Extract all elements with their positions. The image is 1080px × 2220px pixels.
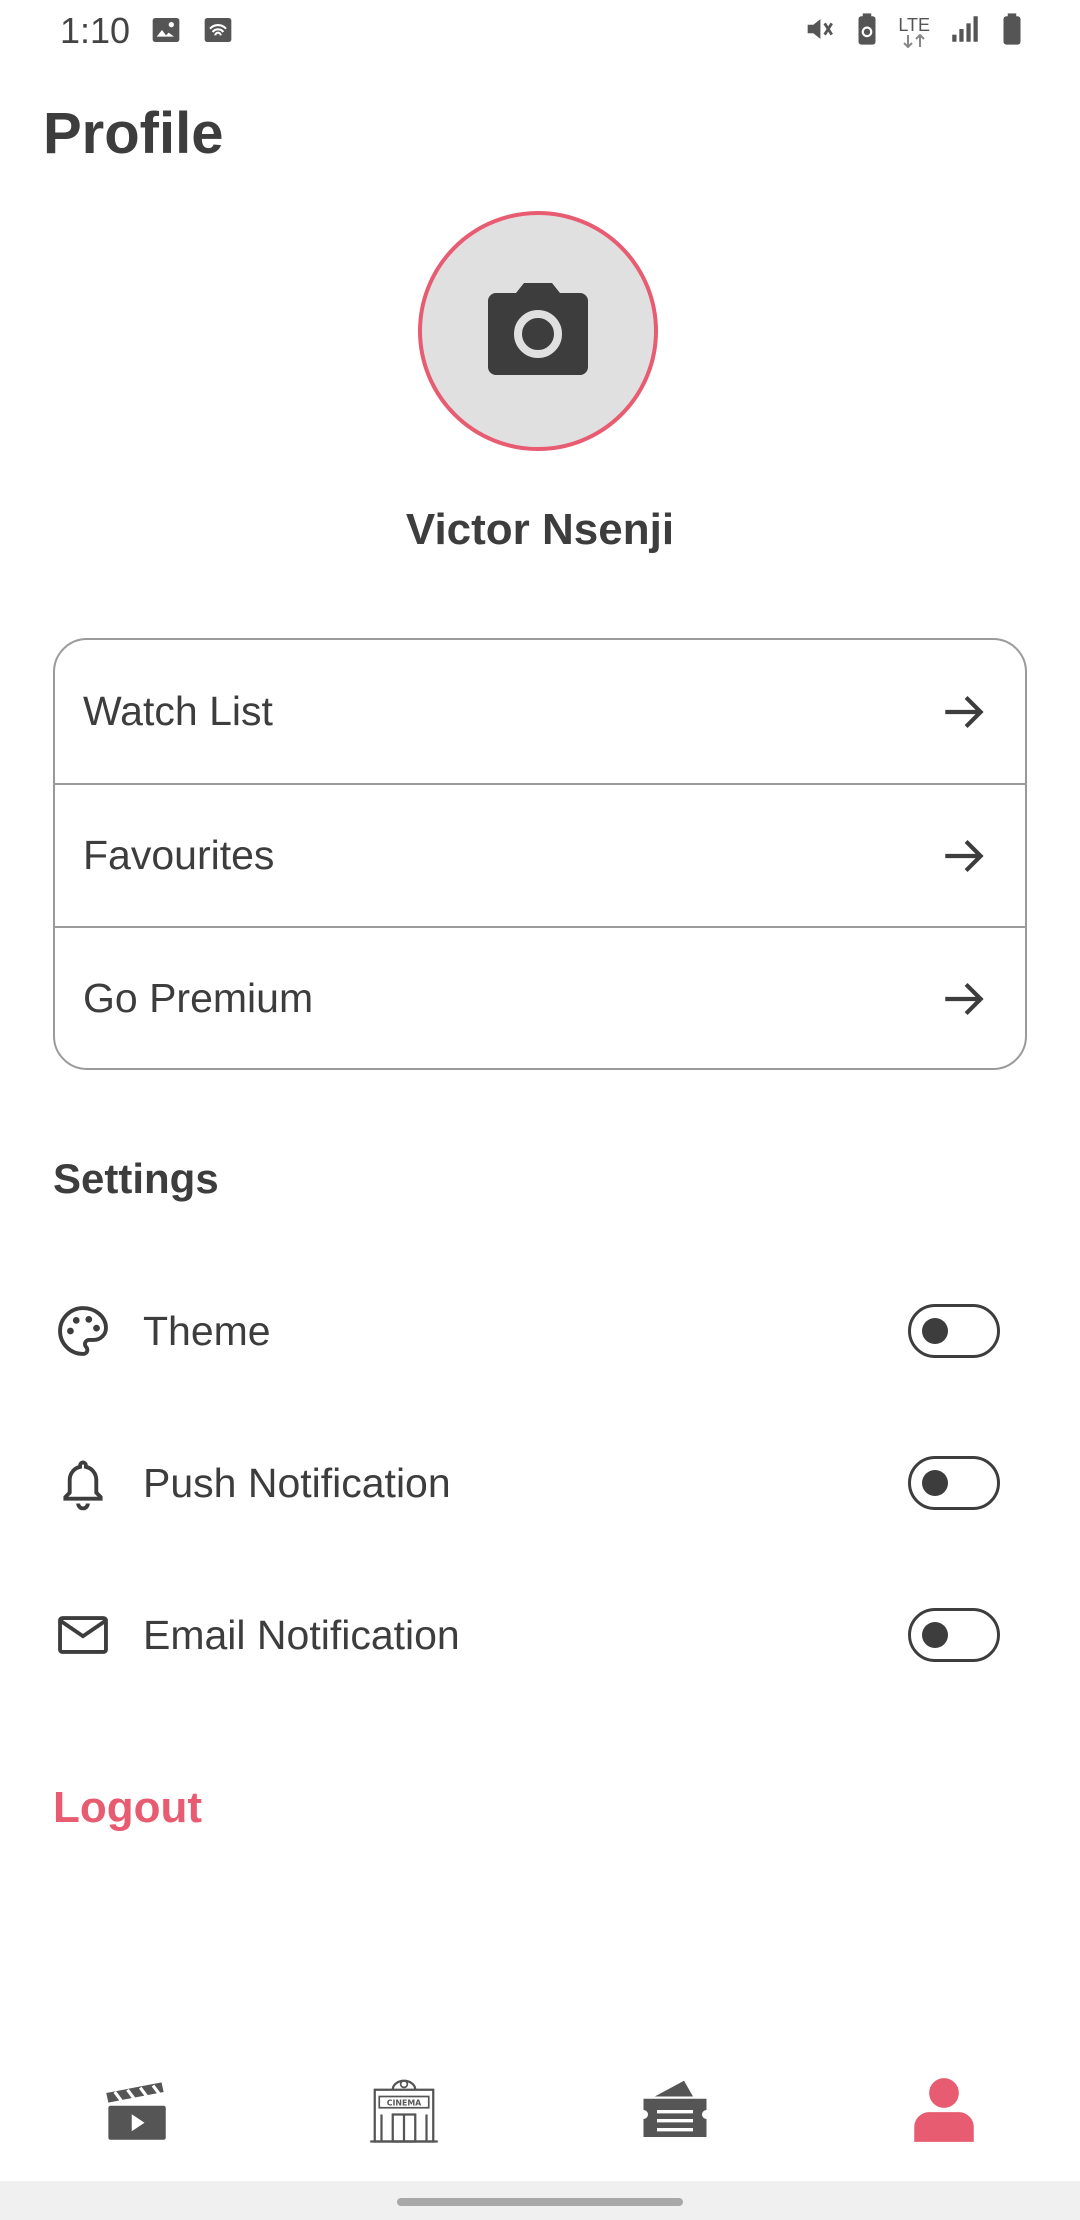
nav-item-tickets[interactable] [635,2070,715,2150]
push-notification-toggle[interactable] [908,1456,1000,1510]
arrow-right-icon [945,839,984,872]
page-title: Profile [43,101,224,166]
bottom-navigation: CINEMA [0,2040,1080,2170]
signal-icon [948,12,982,51]
theme-toggle[interactable] [908,1304,1000,1358]
cinema-icon: CINEMA [370,2079,438,2143]
nav-item-movies[interactable] [96,2070,176,2150]
status-bar: 1:10 LTE [0,0,1080,62]
toggle-knob [922,1318,948,1344]
menu-item-favourites[interactable]: Favourites [55,783,1025,926]
menu-item-watch-list[interactable]: Watch List [55,640,1025,783]
arrow-right-icon [945,695,984,728]
nav-item-profile[interactable] [904,2070,984,2150]
arrow-right-icon [945,982,984,1015]
palette-icon [53,1301,113,1361]
gesture-bar [0,2181,1080,2220]
status-icons-right: LTE [802,12,1024,51]
menu-item-label: Go Premium [83,975,314,1021]
lte-data-icon: LTE [898,16,930,48]
camera-icon [488,282,588,380]
mail-icon [53,1605,113,1665]
setting-label: Email Notification [143,1611,460,1658]
bell-icon [53,1453,113,1513]
profile-screen: 1:10 LTE Profile Victor Nsenji Watch Lis… [0,0,1080,2220]
menu-item-label: Favourites [83,832,275,878]
status-icons-left [150,14,234,51]
nav-item-cinema[interactable]: CINEMA [364,2070,444,2150]
settings-title: Settings [53,1155,219,1202]
toggle-knob [922,1470,948,1496]
email-notification-toggle[interactable] [908,1608,1000,1662]
toggle-knob [922,1622,948,1648]
setting-label: Push Notification [143,1459,451,1506]
battery-saver-icon [854,12,880,51]
lte-label: LTE [898,14,930,35]
person-icon [914,2078,974,2142]
mute-icon [802,12,836,51]
setting-row-email-notification: Email Notification [53,1599,1000,1671]
menu-item-label: Watch List [83,688,273,734]
svg-text:CINEMA: CINEMA [387,2099,422,2108]
setting-label: Theme [143,1307,271,1354]
profile-menu-card: Watch List Favourites Go Premium [53,638,1027,1070]
home-gesture-handle[interactable] [397,2198,683,2206]
tickets-icon [643,2080,707,2137]
status-time: 1:10 [60,10,131,51]
setting-row-push-notification: Push Notification [53,1447,1000,1519]
wifi-icon [202,14,234,51]
logout-button[interactable]: Logout [53,1783,202,1833]
avatar-button[interactable] [418,211,658,451]
menu-item-go-premium[interactable]: Go Premium [55,926,1025,1068]
setting-row-theme: Theme [53,1295,1000,1367]
clapperboard-icon [106,2082,166,2140]
user-name: Victor Nsenji [405,505,675,554]
battery-icon [1000,12,1024,51]
image-icon [150,14,182,51]
